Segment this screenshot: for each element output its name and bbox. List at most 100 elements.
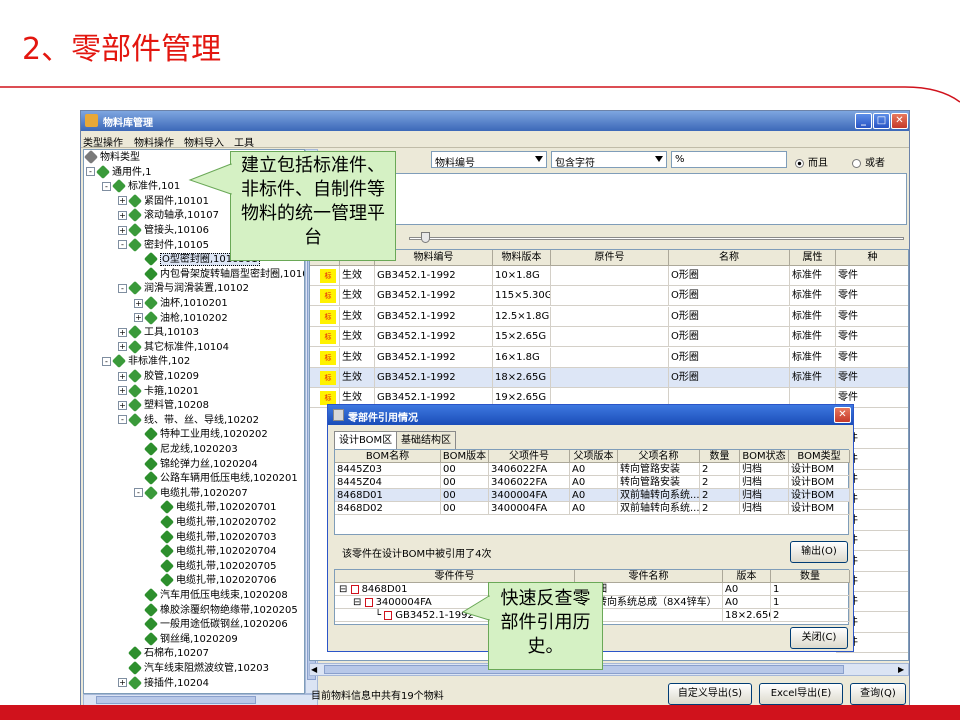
dialog-table-cell[interactable]: 双前轴转向系统...: [618, 502, 700, 515]
dialog-column-header[interactable]: 父项件号: [489, 450, 570, 463]
dialog-column-header[interactable]: 父项名称: [618, 450, 700, 463]
table-cell[interactable]: [551, 286, 669, 307]
radio-and[interactable]: 而且: [795, 154, 828, 169]
dialog-table-cell[interactable]: 8445Z03: [335, 463, 441, 476]
expand-icon[interactable]: +: [118, 225, 127, 235]
table-cell[interactable]: 生效: [340, 327, 375, 348]
table-horizontal-scrollbar[interactable]: ◀ ▶: [309, 663, 909, 676]
dialog-table-cell[interactable]: 归档: [740, 463, 789, 476]
tree-node[interactable]: + 滚动轴承,10107: [118, 208, 219, 223]
tree-table-cell[interactable]: 18×2.65G: [723, 609, 771, 622]
dialog-table-cell[interactable]: 00: [441, 476, 489, 489]
dialog-table-cell[interactable]: 2: [700, 476, 740, 489]
radio-or[interactable]: 或者: [852, 154, 885, 169]
menu-material-import[interactable]: 物料导入: [184, 134, 224, 149]
scroll-right-arrow[interactable]: ▶: [898, 665, 908, 674]
table-cell[interactable]: 18×2.65G: [493, 368, 551, 388]
table-cell[interactable]: 标准件: [790, 327, 836, 348]
table-cell[interactable]: 12.5×1.8G: [493, 306, 551, 327]
tree-node[interactable]: 电缆扎带,102020702: [150, 514, 276, 530]
expand-icon[interactable]: +: [118, 371, 127, 381]
table-cell[interactable]: GB3452.1-1992: [375, 306, 493, 327]
tree-node[interactable]: - 电缆扎带,1020207: [134, 485, 248, 501]
tree-table-cell[interactable]: A0: [723, 596, 771, 609]
excel-export-button[interactable]: Excel导出(E): [759, 683, 843, 705]
output-button[interactable]: 输出(O): [790, 541, 848, 563]
menu-material-ops[interactable]: 物料操作: [134, 134, 174, 149]
dialog-table-cell[interactable]: 3406022FA: [489, 476, 570, 489]
search-match-select[interactable]: 包含字符: [551, 151, 667, 168]
table-cell[interactable]: [551, 347, 669, 368]
tree-node[interactable]: + 油杯,1010201: [134, 295, 228, 311]
dialog-table-cell[interactable]: 转向管路安装: [618, 463, 700, 476]
table-cell[interactable]: 标: [310, 286, 340, 307]
dialog-table-cell[interactable]: 00: [441, 502, 489, 515]
table-cell[interactable]: 标: [310, 368, 340, 388]
expand-icon[interactable]: +: [118, 678, 127, 688]
column-header[interactable]: 种: [836, 250, 908, 266]
tree-node[interactable]: 电缆扎带,102020704: [150, 544, 276, 559]
expand-icon[interactable]: +: [118, 386, 127, 396]
tree-expander-icon[interactable]: ⊟: [339, 584, 351, 595]
dialog-table-cell[interactable]: 00: [441, 489, 489, 502]
tree-node[interactable]: 汽车用低压电线束,1020208: [134, 587, 288, 603]
dialog-table-cell[interactable]: 设计BOM: [789, 502, 850, 515]
collapse-icon[interactable]: -: [134, 488, 143, 498]
dialog-table-cell[interactable]: 归档: [740, 489, 789, 502]
table-cell[interactable]: 零件: [836, 306, 908, 327]
dialog-table-cell[interactable]: 8468D02: [335, 502, 441, 515]
dialog-table-cell[interactable]: 3400004FA: [489, 502, 570, 515]
tree-node[interactable]: + 管接头,10106: [118, 222, 209, 238]
table-cell[interactable]: O形圈: [669, 306, 790, 327]
tree-node[interactable]: 橡胶涂覆织物绝缘带,1020205: [134, 602, 298, 618]
dialog-close-icon[interactable]: ✕: [834, 407, 851, 423]
expand-icon[interactable]: +: [134, 298, 143, 308]
dialog-table-cell[interactable]: 2: [700, 489, 740, 502]
table-cell[interactable]: 115×5.30G: [493, 286, 551, 307]
column-header[interactable]: 属性: [790, 250, 836, 266]
table-cell[interactable]: O形圈: [669, 347, 790, 368]
collapse-icon[interactable]: -: [118, 240, 127, 250]
tree-node[interactable]: + 卡箍,10201: [118, 383, 199, 399]
expand-icon[interactable]: +: [118, 327, 127, 337]
table-cell[interactable]: [551, 368, 669, 388]
tree-node[interactable]: - 标准件,101: [102, 179, 180, 194]
tab-basic-structure[interactable]: 基础结构区: [396, 431, 456, 449]
tree-node[interactable]: - 非标准件,102: [102, 354, 190, 369]
tree-node[interactable]: 物料类型: [84, 150, 140, 165]
tree-table-cell[interactable]: 1: [771, 583, 850, 596]
tree-column-header[interactable]: 数量: [771, 570, 850, 583]
table-cell[interactable]: 16×1.8G: [493, 347, 551, 368]
column-header[interactable]: 名称: [669, 250, 790, 266]
table-cell[interactable]: 生效: [340, 286, 375, 307]
dialog-column-header[interactable]: BOM状态: [740, 450, 789, 463]
table-cell[interactable]: 生效: [340, 266, 375, 286]
query-condition-area[interactable]: [309, 173, 907, 225]
table-cell[interactable]: 标: [310, 266, 340, 286]
tree-node[interactable]: + 接插件,10204: [118, 675, 209, 691]
table-cell[interactable]: 标: [310, 327, 340, 348]
dialog-table-cell[interactable]: 2: [700, 502, 740, 515]
table-cell[interactable]: GB3452.1-1992: [375, 327, 493, 348]
column-header[interactable]: 物料版本: [493, 250, 551, 266]
maximize-button[interactable]: □: [873, 113, 890, 129]
expand-icon[interactable]: +: [118, 210, 127, 220]
tree-table-cell[interactable]: 2: [771, 609, 850, 622]
table-cell[interactable]: GB3452.1-1992: [375, 368, 493, 388]
table-cell[interactable]: O形圈: [669, 327, 790, 348]
table-cell[interactable]: 零件: [836, 327, 908, 348]
dialog-table-cell[interactable]: 2: [700, 463, 740, 476]
tree-table-cell[interactable]: 1: [771, 596, 850, 609]
table-cell[interactable]: 零件: [836, 368, 908, 388]
tree-node[interactable]: 汽车线束阻燃波纹管,10203: [118, 660, 269, 676]
tree-node[interactable]: 石棉布,10207: [118, 646, 209, 661]
tree-column-header[interactable]: 版本: [723, 570, 771, 583]
table-cell[interactable]: 零件: [836, 286, 908, 307]
tree-node[interactable]: + 其它标准件,10104: [118, 339, 229, 355]
dialog-column-header[interactable]: BOM类型: [789, 450, 850, 463]
tree-node[interactable]: + 塑料管,10208: [118, 398, 209, 413]
collapse-icon[interactable]: -: [102, 181, 111, 191]
column-header[interactable]: 原件号: [551, 250, 669, 266]
table-cell[interactable]: GB3452.1-1992: [375, 266, 493, 286]
dialog-table-cell[interactable]: A0: [570, 476, 618, 489]
